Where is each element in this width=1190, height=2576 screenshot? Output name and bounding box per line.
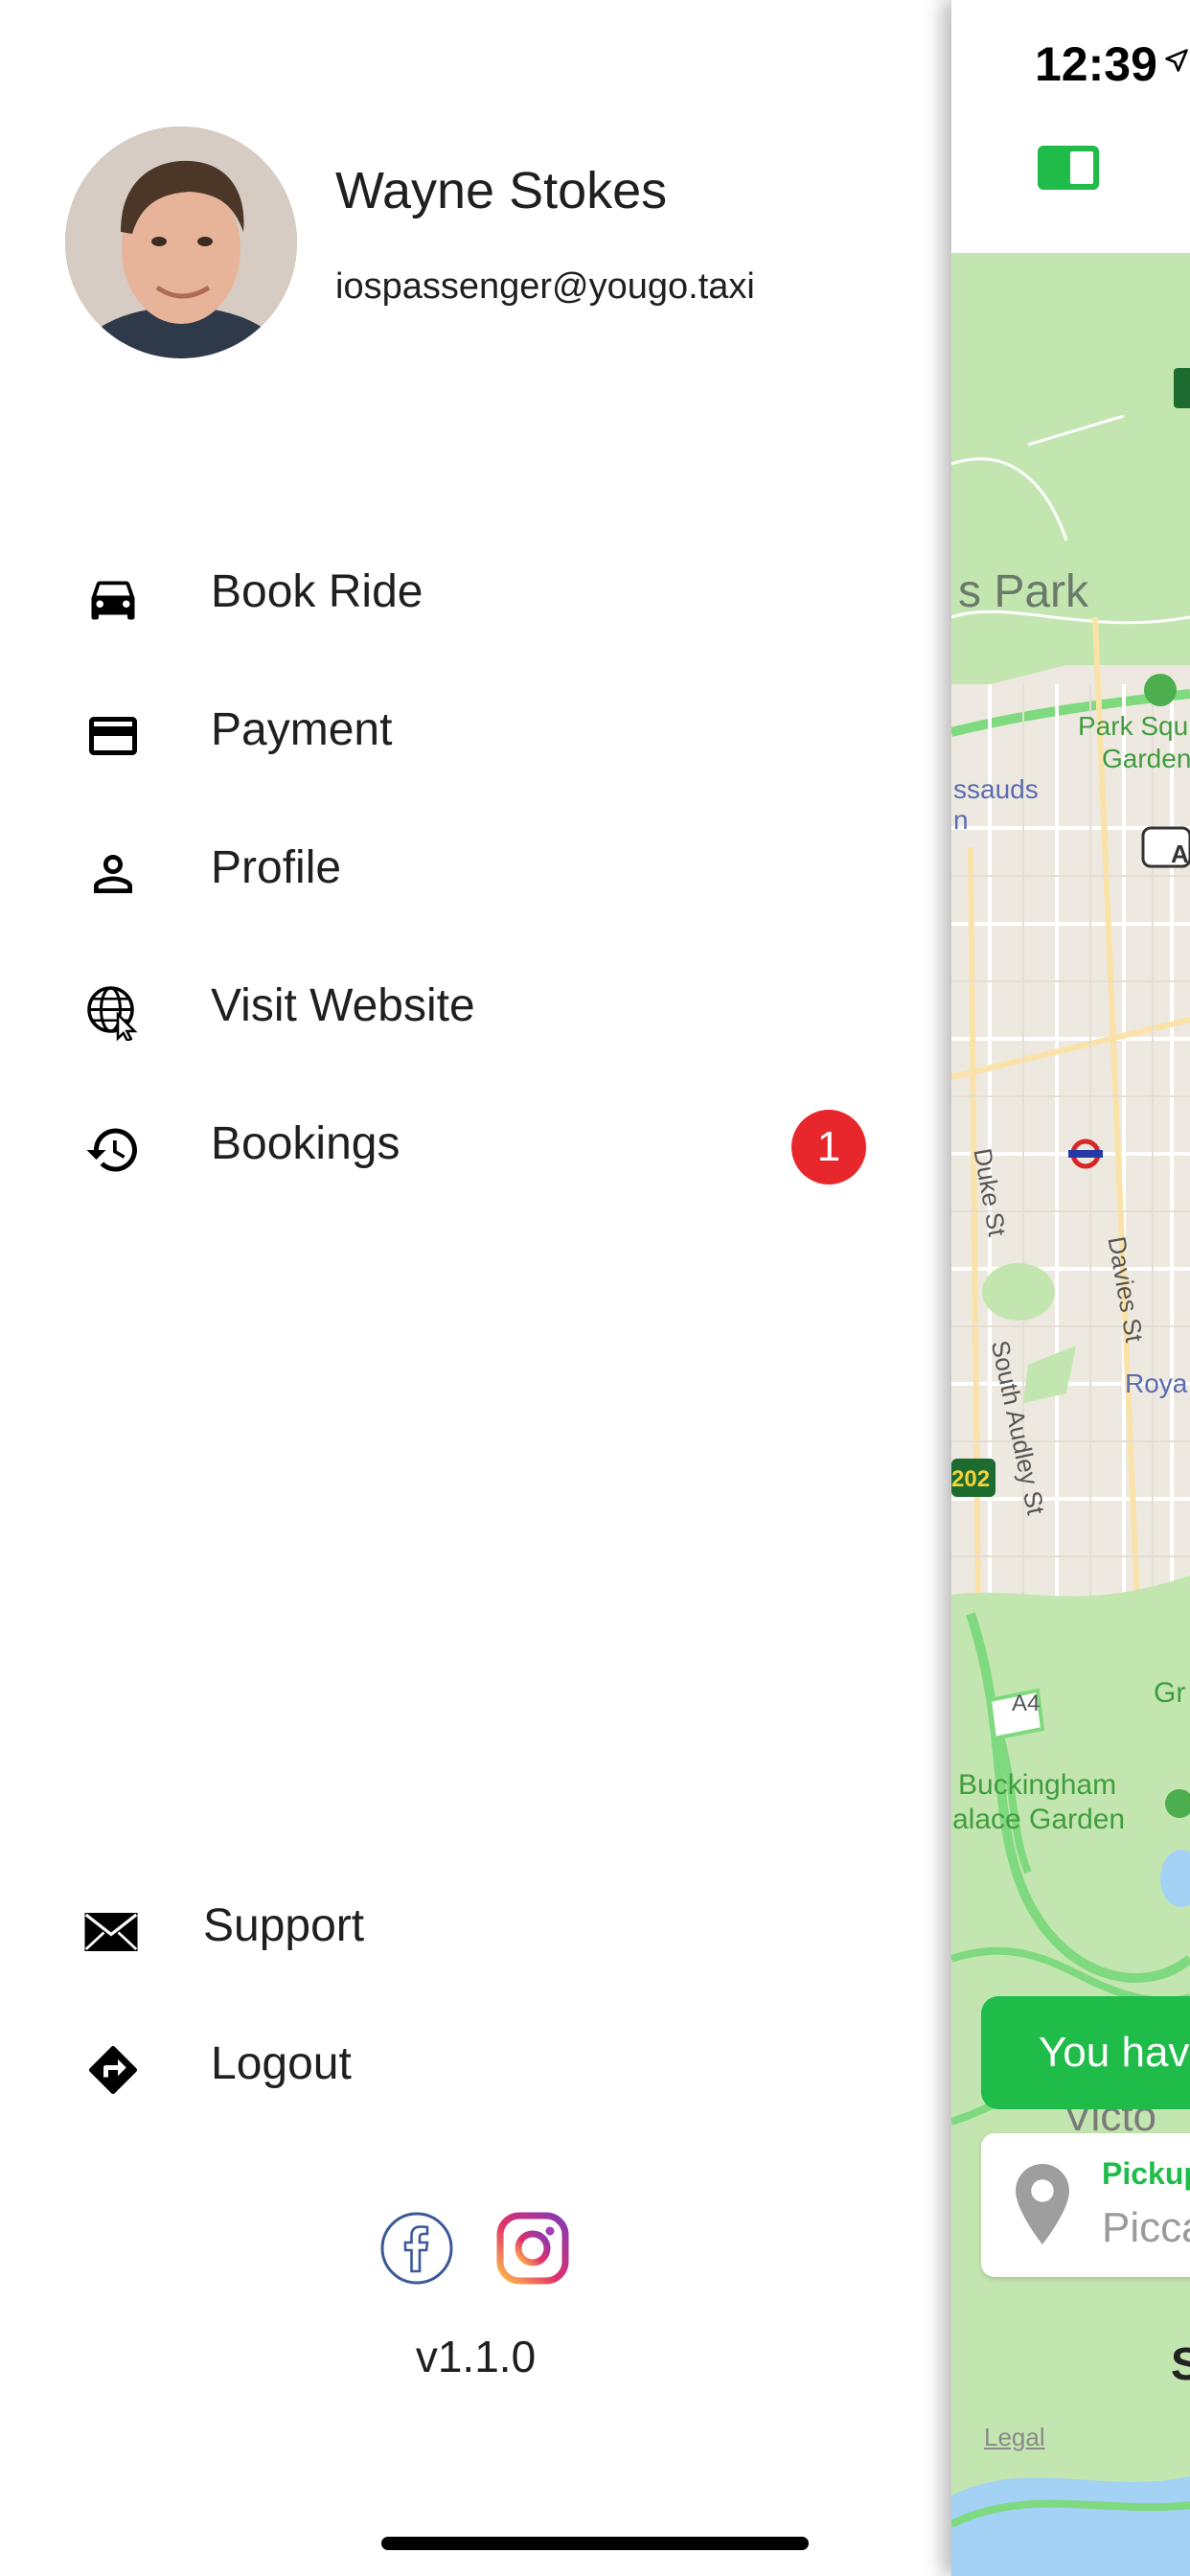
bottom-sheet-letter: S xyxy=(1171,2339,1190,2390)
map-label-royal: Roya xyxy=(1125,1368,1188,1398)
map-label-park: s Park xyxy=(958,566,1089,617)
notification-banner[interactable]: You hav xyxy=(981,1996,1190,2109)
menu-label-book-ride: Book Ride xyxy=(211,566,423,617)
user-email: iospassenger@yougo.taxi xyxy=(335,266,755,307)
map-label-tussauds: ssauds xyxy=(953,774,1039,804)
menu-item-book-ride[interactable]: Book Ride xyxy=(0,540,951,646)
menu-label-payment: Payment xyxy=(211,704,393,755)
instagram-icon[interactable] xyxy=(496,2212,569,2285)
person-icon xyxy=(94,855,132,893)
envelope-icon xyxy=(84,1913,138,1951)
app-version: v1.1.0 xyxy=(415,2332,537,2381)
pickup-field[interactable]: Pickup Picca xyxy=(981,2133,1190,2277)
map-legal-link[interactable]: Legal xyxy=(984,2423,1045,2452)
menu-label-profile: Profile xyxy=(211,842,342,893)
location-arrow-icon xyxy=(1165,49,1188,72)
history-icon xyxy=(86,1128,137,1172)
map-label-tussauds-2: n xyxy=(953,805,969,835)
pickup-label: Pickup xyxy=(1102,2156,1190,2191)
credit-card-icon xyxy=(89,717,137,755)
side-drawer: Wayne Stokes iospassenger@yougo.taxi Boo… xyxy=(0,0,951,2576)
globe-cursor-icon xyxy=(87,986,138,1041)
map-label-park-square: Park Squ xyxy=(1078,711,1189,741)
avatar-photo xyxy=(65,126,297,358)
menu-label-support: Support xyxy=(203,1900,365,1951)
map-shield-a202: 202 xyxy=(951,1466,991,1492)
bookings-badge: 1 xyxy=(791,1110,866,1184)
map-label-palace-garden: alace Garden xyxy=(952,1804,1126,1835)
car-icon xyxy=(91,581,135,620)
avatar[interactable] xyxy=(65,126,297,358)
map-label-green-park: Gr xyxy=(1154,1677,1186,1709)
user-name: Wayne Stokes xyxy=(335,162,668,219)
map-label-park-square-garden: Garden xyxy=(1102,744,1190,773)
map-label-buckingham: Buckingham xyxy=(958,1769,1117,1801)
map-shield-a4: A4 xyxy=(1012,1690,1041,1716)
menu-toggle-icon[interactable] xyxy=(1038,146,1099,190)
facebook-icon[interactable] xyxy=(380,2212,453,2285)
status-time: 12:39 xyxy=(1035,37,1157,91)
home-indicator xyxy=(381,2537,809,2550)
menu-label-bookings: Bookings xyxy=(211,1118,400,1169)
menu-label-visit-website: Visit Website xyxy=(211,980,475,1031)
pickup-value: Picca xyxy=(1102,2204,1190,2251)
menu-item-visit-website[interactable]: Visit Website xyxy=(0,954,951,1060)
location-pin-icon xyxy=(1016,2164,1069,2244)
map-shield-a: A xyxy=(1171,840,1189,868)
menu-item-support[interactable]: Support xyxy=(0,1874,951,1980)
directions-icon xyxy=(89,2045,138,2094)
menu-item-payment[interactable]: Payment xyxy=(0,678,951,784)
menu-item-logout[interactable]: Logout xyxy=(0,2012,951,2118)
menu-item-profile[interactable]: Profile xyxy=(0,816,951,922)
menu-label-logout: Logout xyxy=(211,2038,352,2089)
